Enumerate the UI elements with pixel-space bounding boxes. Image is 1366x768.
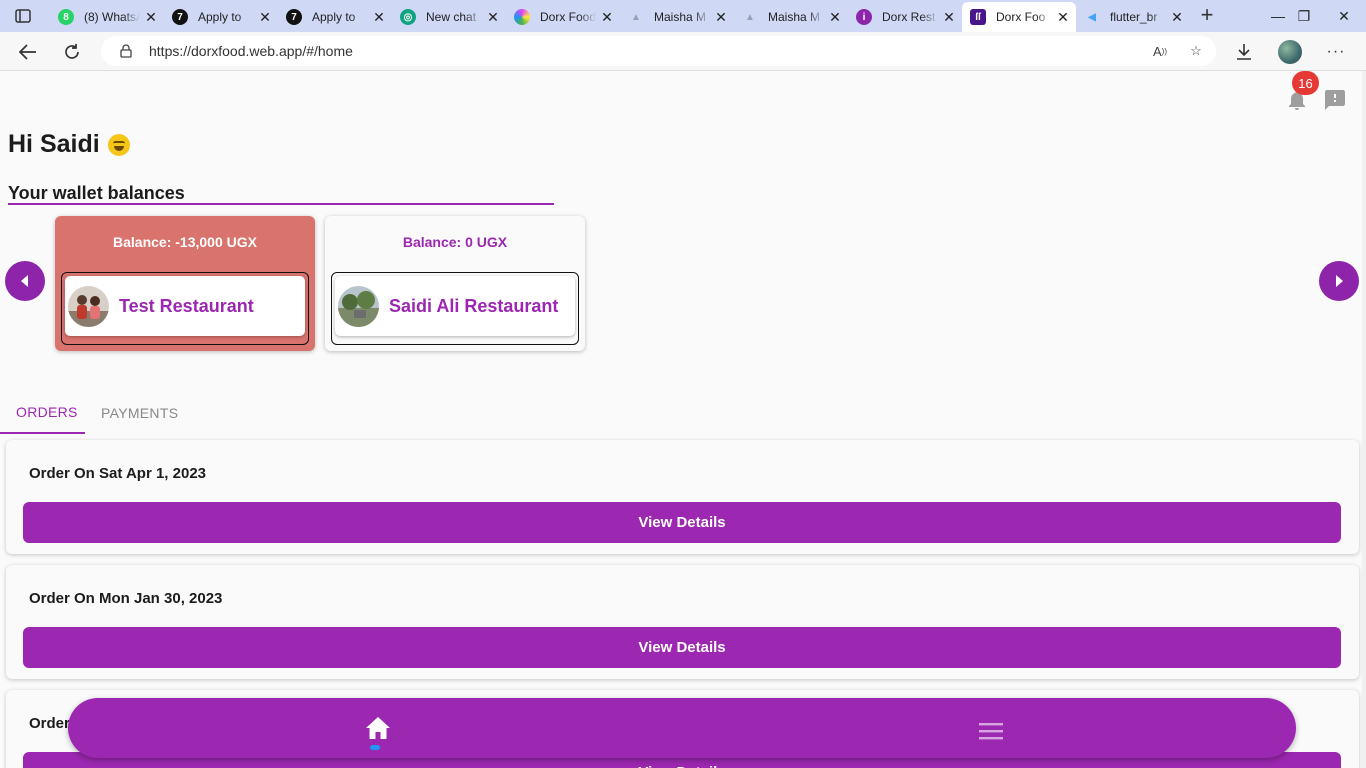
refresh-button[interactable]: [58, 38, 86, 66]
back-button[interactable]: [14, 38, 42, 66]
mountain-icon: ▲: [631, 11, 641, 23]
wallet-balance: Balance: -13,000 UGX: [113, 234, 257, 250]
restaurant-chip[interactable]: Saidi Ali Restaurant: [331, 272, 579, 345]
browser-tab-active[interactable]: ſſ Dorx Foo ✕: [962, 2, 1076, 32]
mountain-icon: ▲: [745, 11, 755, 23]
wallet-card[interactable]: Balance: -13,000 UGX Test Restaurant: [55, 216, 315, 351]
restaurant-chip[interactable]: Test Restaurant: [61, 272, 309, 345]
close-icon[interactable]: ✕: [258, 10, 272, 24]
url-text[interactable]: https://dorxfood.web.app/#/home: [149, 43, 353, 59]
home-icon[interactable]: [365, 716, 391, 740]
wallet-heading-underline: [8, 203, 554, 205]
dorx-food-icon: ſſ: [970, 9, 986, 25]
restaurant-name: Test Restaurant: [119, 295, 254, 316]
tab-orders[interactable]: ORDERS: [0, 392, 85, 434]
close-icon[interactable]: ✕: [1056, 10, 1070, 24]
browser-tab[interactable]: 8 (8) WhatsApp ✕: [50, 2, 164, 32]
order-title: Order On Mon Jan 30, 2023: [29, 590, 223, 607]
restaurant-chip-inner: Test Restaurant: [65, 276, 305, 336]
arrow-left-icon: [19, 44, 36, 60]
wallet-card[interactable]: Balance: 0 UGX Saidi Ali Restaurant: [325, 216, 585, 351]
carousel-next-button[interactable]: [1319, 261, 1359, 301]
order-title: Order On Sat Apr 1, 2023: [29, 465, 207, 482]
tab-title: (8) WhatsApp: [84, 10, 140, 24]
tab-title: Dorx Food: [540, 10, 596, 24]
browser-tab[interactable]: i Dorx Rest ✕: [848, 2, 962, 32]
bottom-navigation-bar: [68, 698, 1296, 758]
carousel-prev-button[interactable]: [5, 261, 45, 301]
restaurant-avatar: [338, 285, 379, 327]
order-card: Order On Sat Apr 1, 2023 View Details: [6, 440, 1359, 554]
downloads-button[interactable]: [1230, 38, 1258, 66]
browser-tab[interactable]: Dorx Food ✕: [506, 2, 620, 32]
favorite-star-icon[interactable]: ☆: [1186, 41, 1206, 61]
restaurant-chip-inner: Saidi Ali Restaurant: [335, 276, 575, 336]
browser-tabstrip: 8 (8) WhatsApp ✕ 7 Apply to ✕ 7 Apply to…: [0, 0, 1366, 32]
close-icon[interactable]: ✕: [1170, 10, 1184, 24]
close-icon[interactable]: ✕: [372, 10, 386, 24]
restaurant-avatar: [68, 285, 109, 327]
dark-circle-icon: 7: [286, 9, 302, 25]
close-icon[interactable]: ✕: [486, 10, 500, 24]
order-card: Order On Mon Jan 30, 2023 View Details: [6, 565, 1359, 679]
orders-payments-tabs: ORDERS PAYMENTS: [0, 392, 194, 434]
whatsapp-icon: 8: [58, 9, 74, 25]
tab-title: Apply to: [312, 10, 356, 24]
greeting-heading: Hi Saidi: [8, 130, 130, 159]
tab-title: Apply to: [198, 10, 242, 24]
grinning-emoji-icon: [107, 133, 130, 156]
order-title: Order: [29, 715, 70, 732]
restore-button[interactable]: ❐: [1282, 0, 1326, 32]
active-indicator: [370, 745, 380, 750]
browser-tab[interactable]: 7 Apply to ✕: [164, 2, 278, 32]
url-field[interactable]: https://dorxfood.web.app/#/home A)) ☆: [101, 36, 1216, 66]
address-bar: https://dorxfood.web.app/#/home A)) ☆ ··…: [0, 32, 1366, 71]
openai-icon: ◎: [400, 9, 416, 25]
greeting-text: Hi Saidi: [8, 130, 100, 158]
settings-more-button[interactable]: ···: [1322, 38, 1350, 66]
download-icon: [1237, 44, 1251, 60]
dorx-icon: i: [856, 9, 872, 25]
browser-tab[interactable]: 7 Apply to ✕: [278, 2, 392, 32]
refresh-icon: [65, 44, 79, 59]
close-icon[interactable]: ✕: [828, 10, 842, 24]
tab-title: New chat: [426, 10, 477, 24]
lock-icon[interactable]: [119, 44, 133, 58]
browser-tab[interactable]: ▲ Maisha M ✕: [734, 2, 848, 32]
close-icon[interactable]: ✕: [714, 10, 728, 24]
dark-circle-icon: 7: [172, 9, 188, 25]
profile-avatar[interactable]: [1278, 40, 1302, 64]
close-icon[interactable]: ✕: [144, 10, 158, 24]
restaurant-name: Saidi Ali Restaurant: [389, 295, 559, 316]
caret-right-icon: [1336, 275, 1343, 287]
close-window-button[interactable]: ✕: [1322, 0, 1366, 32]
new-tab-button[interactable]: +: [1195, 4, 1219, 28]
flutter-icon: ◀: [1088, 11, 1096, 23]
tab-title: Maisha M: [654, 10, 707, 24]
tab-title: flutter_br: [1110, 10, 1158, 24]
view-details-button[interactable]: View Details: [23, 502, 1341, 543]
more-horizontal-icon: ···: [1326, 43, 1346, 60]
scrollbar[interactable]: [1362, 71, 1366, 768]
wallet-heading: Your wallet balances: [8, 183, 185, 203]
close-icon[interactable]: ✕: [942, 10, 956, 24]
app-page: 16 Hi Saidi Your wallet balances Balance…: [0, 71, 1366, 768]
tab-title: Dorx Rest: [882, 10, 936, 24]
notification-count-badge: 16: [1292, 71, 1319, 95]
browser-tab[interactable]: ▲ Maisha M ✕: [620, 2, 734, 32]
tab-actions-icon[interactable]: [10, 6, 36, 26]
wallet-balance: Balance: 0 UGX: [402, 234, 508, 250]
colorful-icon: [514, 9, 530, 25]
browser-tab[interactable]: ◎ New chat ✕: [392, 2, 506, 32]
tab-payments[interactable]: PAYMENTS: [85, 392, 194, 434]
read-aloud-icon[interactable]: A)): [1150, 41, 1170, 61]
menu-icon[interactable]: [979, 722, 1003, 740]
tab-title: Dorx Foo: [996, 10, 1046, 24]
feedback-icon[interactable]: [1323, 88, 1347, 112]
close-icon[interactable]: ✕: [600, 10, 614, 24]
tab-title: Maisha M: [768, 10, 821, 24]
view-details-button[interactable]: View Details: [23, 627, 1341, 668]
caret-left-icon: [21, 275, 28, 287]
browser-tab[interactable]: ◀ flutter_br ✕: [1076, 2, 1190, 32]
